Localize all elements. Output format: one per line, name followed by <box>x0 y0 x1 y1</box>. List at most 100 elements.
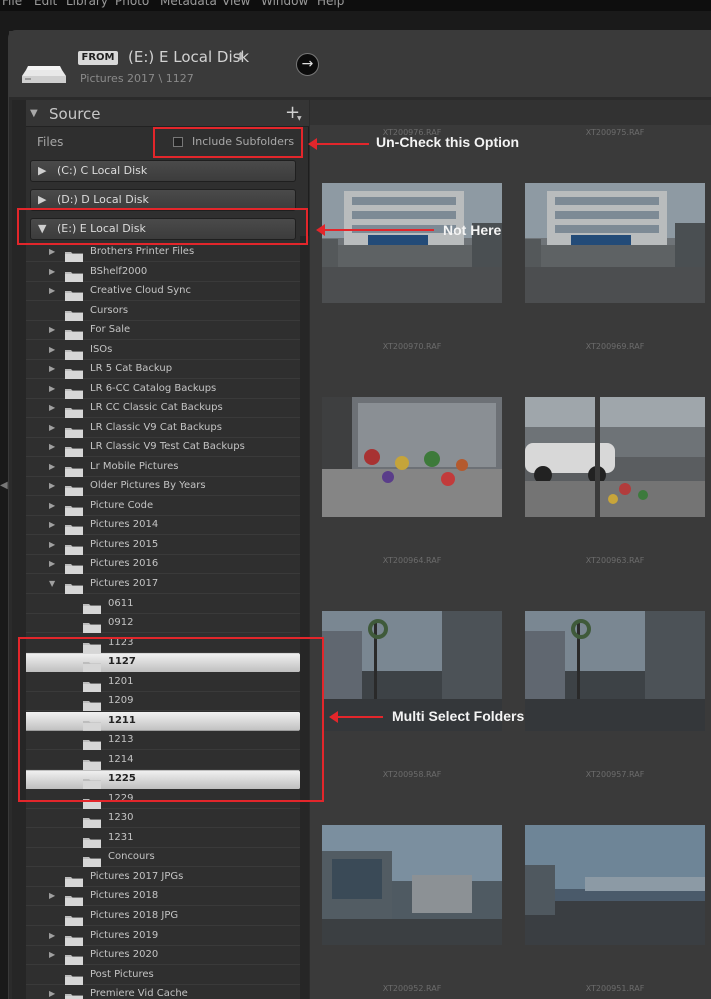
left-panel-toggle-icon[interactable]: ◀ <box>0 480 8 494</box>
folder-row[interactable]: ▶ Premiere Vid Cache <box>26 985 300 999</box>
folder-label: Lr Mobile Pictures <box>90 460 179 472</box>
menu-photo[interactable]: Photo <box>115 0 149 8</box>
folder-row[interactable]: ▶ Pictures 2019 <box>26 927 300 946</box>
folder-icon <box>65 501 83 516</box>
expand-triangle-icon[interactable]: ▶ <box>49 520 55 529</box>
include-subfolders-checkbox[interactable] <box>173 137 183 147</box>
folder-row[interactable]: 1229 <box>26 790 300 809</box>
expand-triangle-icon[interactable]: ▶ <box>38 193 46 206</box>
expand-triangle-icon[interactable]: ▶ <box>49 462 55 471</box>
arrow-right-icon[interactable]: → <box>296 53 319 76</box>
folder-icon <box>65 423 83 438</box>
folder-row[interactable]: Concours <box>26 848 300 868</box>
menu-view[interactable]: View <box>222 0 250 8</box>
folder-row[interactable]: ▶ For Sale <box>26 321 300 341</box>
thumbnail-image[interactable] <box>322 825 502 945</box>
folder-row[interactable]: 1201 <box>26 673 300 692</box>
folder-row[interactable]: ▶ LR 6-CC Catalog Backups <box>26 380 300 399</box>
folder-row[interactable]: ▶ BShelf2000 <box>26 263 300 282</box>
folder-row[interactable]: ▶ Creative Cloud Sync <box>26 282 300 302</box>
folder-icon <box>83 618 101 634</box>
folder-row[interactable]: ▶ Picture Code <box>26 497 300 516</box>
folder-row[interactable]: 1225 <box>26 770 306 790</box>
volume-d[interactable]: ▶ (D:) D Local Disk <box>30 189 296 211</box>
collapse-triangle-icon[interactable]: ▼ <box>30 108 38 119</box>
folder-row[interactable]: 1127 <box>26 653 306 673</box>
folder-row[interactable]: Pictures 2018 JPG <box>26 907 300 927</box>
menu-library[interactable]: Library <box>66 0 108 8</box>
folder-row[interactable]: 1213 <box>26 731 300 751</box>
expand-triangle-icon[interactable]: ▶ <box>49 540 55 549</box>
folder-row[interactable]: 1214 <box>26 751 300 770</box>
expand-triangle-icon[interactable]: ▶ <box>49 989 55 998</box>
thumbnail-image[interactable] <box>525 611 705 731</box>
collapse-triangle-icon[interactable]: ▼ <box>49 579 55 588</box>
panel-scrollbar[interactable] <box>300 236 309 999</box>
expand-triangle-icon[interactable]: ▶ <box>38 164 46 177</box>
folder-row[interactable]: ▶ LR Classic V9 Test Cat Backups <box>26 438 300 458</box>
folder-icon <box>65 872 83 887</box>
folder-row[interactable]: ▼ Pictures 2017 <box>26 575 300 594</box>
menu-bar: File Edit Library Photo Metadata View Wi… <box>0 0 711 11</box>
volume-e[interactable]: ▼ (E:) E Local Disk <box>30 218 296 240</box>
folder-row[interactable]: ▶ Pictures 2014 <box>26 516 300 536</box>
expand-triangle-icon[interactable]: ▶ <box>49 364 55 373</box>
expand-triangle-icon[interactable]: ▶ <box>49 891 55 900</box>
folder-row[interactable]: ▶ Brothers Printer Files <box>26 243 300 262</box>
folder-row[interactable]: ▶ LR Classic V9 Cat Backups <box>26 419 300 438</box>
folder-row[interactable]: ▶ LR 5 Cat Backup <box>26 360 300 380</box>
chevron-updown-icon[interactable]: ⬍ <box>236 50 245 63</box>
include-subfolders-label[interactable]: Include Subfolders <box>192 135 294 148</box>
expand-triangle-icon[interactable]: ▶ <box>49 267 55 276</box>
folder-row[interactable]: ▶ Older Pictures By Years <box>26 477 300 497</box>
folder-row[interactable]: 1123 <box>26 634 300 653</box>
expand-triangle-icon[interactable]: ▶ <box>49 345 55 354</box>
thumbnail-image[interactable] <box>525 825 705 945</box>
expand-triangle-icon[interactable]: ▶ <box>49 442 55 451</box>
menu-window[interactable]: Window <box>261 0 308 8</box>
expand-triangle-icon[interactable]: ▶ <box>49 286 55 295</box>
folder-row[interactable]: 1230 <box>26 809 300 829</box>
folder-row[interactable]: ▶ ISOs <box>26 341 300 360</box>
folder-row[interactable]: ▶ Lr Mobile Pictures <box>26 458 300 477</box>
expand-triangle-icon[interactable]: ▶ <box>49 501 55 510</box>
folder-icon <box>65 384 83 399</box>
source-disk-selector[interactable]: (E:) E Local Disk <box>128 48 249 66</box>
expand-triangle-icon[interactable]: ▶ <box>49 559 55 568</box>
folder-row[interactable]: 1231 <box>26 829 300 848</box>
expand-triangle-icon[interactable]: ▶ <box>49 481 55 490</box>
folder-row[interactable]: ▶ Pictures 2018 <box>26 887 300 907</box>
expand-triangle-icon[interactable]: ▶ <box>49 384 55 393</box>
expand-triangle-icon[interactable]: ▶ <box>49 325 55 334</box>
folder-row[interactable]: ▶ LR CC Classic Cat Backups <box>26 399 300 419</box>
add-source-menu-icon[interactable]: ▼ <box>297 115 302 122</box>
volume-c[interactable]: ▶ (C:) C Local Disk <box>30 160 296 182</box>
folder-row[interactable]: ▶ Pictures 2015 <box>26 536 300 555</box>
thumbnail-image[interactable] <box>525 397 705 517</box>
folder-row[interactable]: 0611 <box>26 595 300 614</box>
folder-row[interactable]: Pictures 2017 JPGs <box>26 868 300 887</box>
folder-row[interactable]: Cursors <box>26 302 300 321</box>
menu-file[interactable]: File <box>2 0 22 8</box>
folder-label: LR 5 Cat Backup <box>90 363 173 375</box>
annotation-arrow-volume <box>316 224 434 236</box>
thumbnail-image[interactable] <box>322 183 502 303</box>
menu-edit[interactable]: Edit <box>34 0 57 8</box>
folder-row[interactable]: ▶ Pictures 2016 <box>26 555 300 575</box>
expand-triangle-icon[interactable]: ▶ <box>49 403 55 412</box>
folder-row[interactable]: ▶ Pictures 2020 <box>26 946 300 966</box>
thumbnail-image[interactable] <box>525 183 705 303</box>
menu-help[interactable]: Help <box>317 0 344 8</box>
expand-triangle-icon[interactable]: ▶ <box>49 950 55 959</box>
folder-row[interactable]: Post Pictures <box>26 966 300 985</box>
expand-triangle-icon[interactable]: ▶ <box>49 423 55 432</box>
folder-row[interactable]: 0912 <box>26 614 300 634</box>
files-label: Files <box>37 135 64 149</box>
expand-triangle-icon[interactable]: ▶ <box>49 247 55 256</box>
folder-row[interactable]: 1209 <box>26 692 300 712</box>
menu-metadata[interactable]: Metadata <box>160 0 217 8</box>
expand-triangle-icon[interactable]: ▶ <box>49 931 55 940</box>
folder-row[interactable]: 1211 <box>26 711 306 731</box>
collapse-triangle-icon[interactable]: ▼ <box>38 222 46 235</box>
thumbnail-image[interactable] <box>322 397 502 517</box>
